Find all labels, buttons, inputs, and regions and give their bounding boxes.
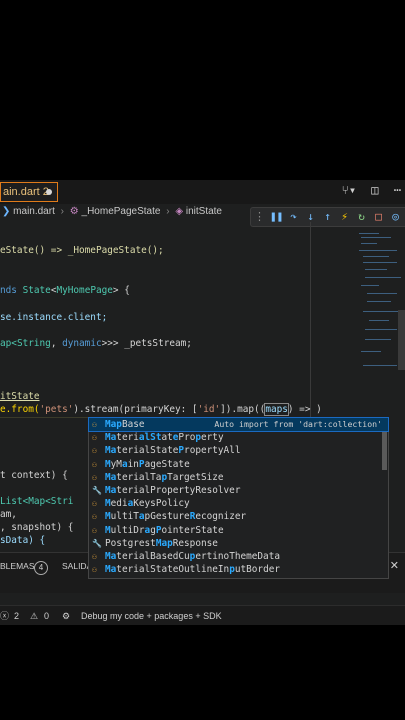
chevron-right-icon: › [166,206,170,217]
class-icon: ⚇ [92,433,97,443]
code-line: am, [0,509,17,520]
close-icon[interactable]: ✕ [390,559,399,572]
step-out-icon[interactable]: ↑ [319,208,336,226]
suggestion-item[interactable]: ⚇ MaterialStatePropertyAll [89,444,388,457]
tab-bar: ain.dart 2 ⑂▾ ◫ ⋯ [0,180,405,204]
code-line: se.instance.client; [0,312,108,323]
stop-icon[interactable]: □ [370,208,387,226]
suggestion-item[interactable]: ⚇ MyMainPageState [89,458,388,471]
suggestion-item[interactable]: ⚇ MultiDragPointerState [89,524,388,537]
suggestion-scrollbar[interactable] [382,432,387,470]
autocomplete-widget: ⚇ MapBase Auto import from 'dart:collectio… [88,416,389,579]
tab-main-dart[interactable]: ain.dart 2 [0,182,58,202]
unsaved-dot-icon[interactable] [46,189,52,195]
code-line: , snapshot) { [0,522,74,533]
suggestion-item[interactable]: ⚇ MaterialTapTargetSize [89,471,388,484]
suggestion-item[interactable]: 🔧 MaterialPropertyResolver [89,484,388,497]
code-line: itState [0,391,40,402]
breadcrumb-class[interactable]: _HomePageState [82,206,161,217]
status-bar: ⓧ 2 ⚠ 0 ⚙ Debug my code + packages + SDK [0,605,405,625]
hot-reload-icon[interactable]: ⚡ [336,208,353,226]
suggestion-item[interactable]: ⚇ MapBase Auto import from 'dart:collectio… [88,416,389,433]
chevron-right-icon: › [60,206,64,217]
breadcrumb-method[interactable]: initState [186,206,222,217]
suggestion-item[interactable]: ⚇ MaterialBasedCupertinoThemeData [89,550,388,563]
method-icon: ◈ [175,206,184,217]
warning-icon[interactable]: ⚠ [30,606,38,625]
code-line: ap<String, dynamic>>> _petsStream; [0,338,192,349]
tab-problems[interactable]: BLEMAS [0,561,35,571]
class-icon: ⚇ [92,420,97,429]
restart-icon[interactable]: ↻ [353,208,370,226]
code-line: t context) { [0,470,68,481]
code-line: nds State<MyHomePage> { [0,285,130,296]
error-icon[interactable]: ⓧ [0,606,9,625]
suggestion-item[interactable]: ⚇ MediaKeysPolicy [89,497,388,510]
suggestion-item[interactable]: ⚇ MaterialStateOutlineInputBorder [89,563,388,576]
class-icon: ⚇ [92,472,97,482]
suggestion-detail: Auto import from 'dart:collection' [214,419,382,429]
editor-scrollbar[interactable] [398,310,405,370]
class-icon: ⚇ [92,446,97,456]
debug-config[interactable]: Debug my code + packages + SDK [81,606,222,625]
split-editor-icon[interactable]: ◫ [371,183,378,197]
suggestion-item[interactable]: ⚇ MultiTapGestureRecognizer [89,510,388,523]
branch-icon[interactable]: ⑂▾ [342,183,356,197]
dart-file-icon: ❯ [2,206,11,217]
class-icon: ⚇ [92,512,97,522]
class-icon: ⚇ [92,525,97,535]
code-line-current: e.from('pets').stream(primaryKey: ['id']… [0,403,322,416]
class-icon: ⚇ [92,565,97,575]
editor-actions: ⑂▾ ◫ ⋯ [334,183,401,197]
devtools-icon[interactable]: ◎ [387,208,404,226]
problems-count-badge: 4 [34,561,48,575]
class-icon: ⚇ [92,459,97,469]
code-line: sData) { [0,535,46,546]
class-icon: ⚇ [92,499,97,509]
vscode-window: ain.dart 2 ⑂▾ ◫ ⋯ ❯ main.dart › ⚙ _HomeP… [0,180,405,625]
breadcrumb-file[interactable]: main.dart [13,206,55,217]
suggestion-item[interactable]: ⚇ MaterialStateProperty [89,431,388,444]
suggestion-item[interactable]: 🔧 PostgrestMapResponse [89,537,388,550]
debug-icon: ⚙ [62,611,71,621]
code-line: List<Map<Stri [0,496,74,507]
code-line: eState() => _HomePageState(); [0,245,164,256]
warning-count[interactable]: 0 [44,606,49,625]
wrench-icon: 🔧 [92,485,102,495]
class-icon: ⚙ [69,206,79,217]
more-icon[interactable]: ⋯ [394,183,401,197]
class-icon: ⚇ [92,551,97,561]
wrench-icon: 🔧 [92,538,102,548]
tab-label: ain.dart 2 [3,186,49,198]
error-count[interactable]: 2 [14,606,19,625]
